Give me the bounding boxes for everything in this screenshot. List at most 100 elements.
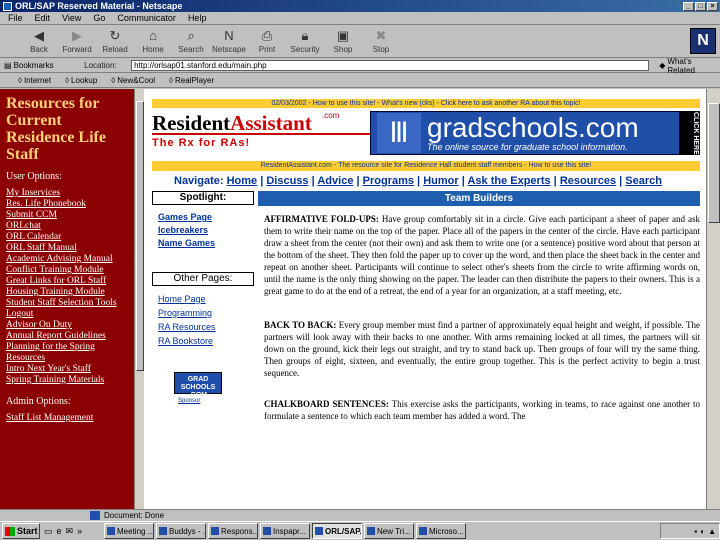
left-link-great-links-for-orl-staff[interactable]: Great Links for ORL Staff [6, 276, 134, 287]
left-link-resources[interactable]: Resources [6, 353, 134, 364]
task-list: Meeting ... Buddys - ... Respons... Inspapr… [104, 523, 466, 539]
nav-humor[interactable]: Humor [423, 175, 458, 187]
click-here-button[interactable]: CLICK HERE [679, 111, 699, 155]
close-button[interactable]: × [707, 1, 718, 11]
main-scroll-thumb[interactable] [708, 103, 720, 223]
maximize-button[interactable]: □ [695, 1, 706, 11]
menu-edit[interactable]: Edit [35, 13, 51, 23]
personal-internet[interactable]: ◊ Internet [18, 76, 51, 85]
reload-button[interactable]: ↻ Reload [96, 26, 134, 56]
personal-newcool[interactable]: ◊ New&Cool [111, 76, 155, 85]
print-button[interactable]: ⎙ Print [248, 26, 286, 56]
nav-ask-experts[interactable]: Ask the Experts [467, 175, 550, 187]
task-app-icon [159, 527, 167, 535]
spotlight-icebreakers[interactable]: Icebreakers [158, 224, 258, 237]
sponsor-link[interactable]: Sponsor [178, 398, 200, 404]
main-frame-scrollbar[interactable] [706, 89, 720, 509]
bookmark-icon: ◊ [111, 76, 116, 85]
left-link-conflict-training-module[interactable]: Conflict Training Module [6, 265, 134, 276]
start-button[interactable]: Start [2, 523, 40, 539]
menu-view[interactable]: View [62, 13, 81, 23]
left-link-res-life-phonebook[interactable]: Res. Life Phonebook [6, 199, 134, 210]
left-link-annual-report-guidelines[interactable]: Annual Report Guidelines [6, 331, 134, 342]
top-notice[interactable]: 02/03/2002 - How to use this site! - Wha… [152, 99, 700, 108]
left-link-staff-list[interactable]: Staff List Management [6, 413, 134, 424]
left-link-orl-calendar[interactable]: ORL Calendar [6, 232, 134, 243]
personal-lookup[interactable]: ◊ Lookup [65, 76, 97, 85]
left-scroll-thumb[interactable] [136, 101, 144, 371]
forward-button[interactable]: ▶ Forward [58, 26, 96, 56]
other-home-page[interactable]: Home Page [158, 292, 258, 306]
other-ra-resources[interactable]: RA Resources [158, 320, 258, 334]
nav-search[interactable]: Search [625, 175, 662, 187]
left-link-student-staff-selection-tools[interactable]: Student Staff Selection Tools [6, 298, 134, 309]
nav-programs[interactable]: Programs [363, 175, 414, 187]
antivirus-icon[interactable]: ▲ [708, 527, 716, 536]
stop-button[interactable]: ✖ Stop [362, 26, 400, 56]
resident-assistant-logo[interactable]: ResidentAssistant .com The Rx for RAs! [152, 111, 372, 155]
article-body: AFFIRMATIVE FOLD-UPS: Have group comfort… [264, 213, 700, 441]
left-link-housing-training-module[interactable]: Housing Training Module [6, 287, 134, 298]
url-input[interactable]: http://orlsap01.stanford.edu/main.php [131, 60, 650, 71]
taskbar-task-button[interactable]: Inspapr... [260, 523, 310, 539]
spotlight-name-games[interactable]: Name Games [158, 237, 258, 250]
netscape-throbber-logo[interactable]: N [690, 28, 716, 54]
window-title: ORL/SAP Reserved Material - Netscape [15, 1, 183, 11]
back-button[interactable]: ◀ Back [20, 26, 58, 56]
left-link-my-inservices[interactable]: My Inservices [6, 188, 134, 199]
spotlight-games-page[interactable]: Games Page [158, 211, 258, 224]
volume-icon[interactable]: ◐ [700, 527, 705, 536]
left-link-advisor-on-duty[interactable]: Advisor On Duty [6, 320, 134, 331]
left-link-intro-next-year-s-staff[interactable]: Intro Next Year's Staff [6, 364, 134, 375]
menu-go[interactable]: Go [93, 13, 105, 23]
security-button[interactable]: 🔒︎ Security [286, 26, 324, 56]
desktop-icon[interactable]: ▭ [44, 526, 53, 537]
left-link-planning-for-the-spring[interactable]: Planning for the Spring [6, 342, 134, 353]
nav-home[interactable]: Home [227, 175, 258, 187]
left-link-logout[interactable]: Logout [6, 309, 134, 320]
bookmarks-button[interactable]: ▤ Bookmarks [4, 61, 84, 70]
menu-help[interactable]: Help [188, 13, 207, 23]
ra-info-line[interactable]: ResidentAssistant.com - The resource sit… [152, 161, 700, 171]
search-button[interactable]: ⌕ Search [172, 26, 210, 56]
ie-icon[interactable]: e [57, 526, 62, 537]
whats-related-label: What's Related [667, 56, 695, 75]
nav-resources[interactable]: Resources [560, 175, 616, 187]
ra-logo-word2: Assistant [230, 111, 312, 135]
outlook-icon[interactable]: ✉ [66, 526, 74, 537]
quick-launch: ▭ e ✉ » [42, 526, 102, 537]
taskbar-task-button[interactable]: Meeting ... [104, 523, 154, 539]
home-button[interactable]: ⌂ Home [134, 26, 172, 56]
more-icon[interactable]: » [77, 526, 82, 537]
left-link-orl-staff-manual[interactable]: ORL Staff Manual [6, 243, 134, 254]
whats-related-button[interactable]: ◆ What's Related [659, 57, 720, 75]
menu-communicator[interactable]: Communicator [117, 13, 176, 23]
nav-advice[interactable]: Advice [317, 175, 353, 187]
netscape-app-icon [3, 1, 12, 11]
personal-realplayer[interactable]: ◊ RealPlayer [169, 76, 214, 85]
minimize-button[interactable]: _ [683, 1, 694, 11]
network-icon[interactable]: ▪ [694, 527, 697, 536]
shop-button[interactable]: ▣ Shop [324, 26, 362, 56]
taskbar-task-button[interactable]: Buddys - ... [156, 523, 206, 539]
browser-content: Resources for Current Residence Life Sta… [0, 89, 720, 509]
nav-discuss[interactable]: Discuss [266, 175, 308, 187]
menu-file[interactable]: File [8, 13, 23, 23]
netscape-button[interactable]: N Netscape [210, 26, 248, 56]
other-programming[interactable]: Programming [158, 306, 258, 320]
gradschools-banner-ad[interactable]: Ⅲ gradschools.com The online source for … [370, 111, 700, 155]
taskbar-task-button[interactable]: Microso... [416, 523, 466, 539]
taskbar-task-button[interactable]: Respons... [208, 523, 258, 539]
other-ra-bookstore[interactable]: RA Bookstore [158, 334, 258, 348]
left-link-spring-training-materials[interactable]: Spring Training Materials [6, 375, 134, 386]
taskbar-task-button[interactable]: New Tri... [364, 523, 414, 539]
gradschools-small-ad[interactable]: GRAD SCHOOLS .COM [174, 372, 222, 399]
left-link-orlchat[interactable]: ORLchat [6, 221, 134, 232]
article-title: AFFIRMATIVE FOLD-UPS: [264, 214, 379, 224]
left-link-academic-advising-manual[interactable]: Academic Advising Manual [6, 254, 134, 265]
task-app-icon [211, 527, 219, 535]
print-icon: ⎙ [261, 28, 273, 43]
left-frame-scrollbar[interactable] [134, 89, 144, 509]
left-link-submit-ccm[interactable]: Submit CCM [6, 210, 134, 221]
taskbar-task-button[interactable]: ORL/SAP... [312, 523, 362, 539]
